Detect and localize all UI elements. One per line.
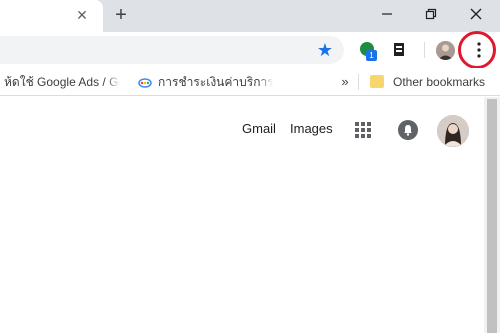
tab-strip: ✕ + xyxy=(0,0,500,32)
profile-avatar[interactable] xyxy=(436,41,455,60)
minimize-button[interactable] xyxy=(365,0,409,28)
folder-icon xyxy=(370,75,384,88)
apps-grid-icon[interactable] xyxy=(355,122,371,138)
toolbar: ★ 1 xyxy=(0,32,500,68)
window-close-button[interactable] xyxy=(454,0,498,28)
scrollbar-thumb[interactable] xyxy=(487,99,497,333)
active-tab[interactable]: ✕ xyxy=(0,0,103,32)
close-icon[interactable]: ✕ xyxy=(73,6,91,24)
notifications-button[interactable] xyxy=(398,120,418,140)
star-icon[interactable]: ★ xyxy=(315,40,335,60)
restore-button[interactable] xyxy=(409,0,453,28)
extension-green[interactable]: 1 xyxy=(358,40,378,61)
restore-icon xyxy=(425,8,437,20)
account-avatar[interactable] xyxy=(437,115,469,147)
bookmarks-bar: ห้ดใช้ Google Ads / Go การชำระเงินค่าบริ… xyxy=(0,68,500,96)
bookmark-label: ห้ดใช้ Google Ads / Go xyxy=(4,75,120,89)
new-tab-button[interactable]: + xyxy=(110,4,132,26)
cloud-icon xyxy=(138,78,152,88)
minimize-icon xyxy=(382,13,392,15)
extension-doc[interactable] xyxy=(390,40,410,60)
profile-avatar-image xyxy=(436,41,455,60)
bookmark-label: การชำระเงินค่าบริการ Go xyxy=(158,75,273,89)
bookmark-item[interactable]: ห้ดใช้ Google Ads / Go xyxy=(4,74,120,90)
toolbar-divider xyxy=(424,42,425,58)
address-bar[interactable] xyxy=(0,36,344,64)
page-content: Gmail Images xyxy=(0,97,500,333)
document-icon xyxy=(394,43,404,56)
images-link[interactable]: Images xyxy=(290,121,333,137)
gmail-link[interactable]: Gmail xyxy=(242,121,276,137)
close-icon xyxy=(470,8,482,20)
menu-highlight-circle xyxy=(458,31,496,69)
other-bookmarks[interactable]: Other bookmarks xyxy=(393,74,497,90)
browser-window: ✕ + ★ 1 ห้ดใช้ Google Ads / Go การชำระเง… xyxy=(0,0,500,333)
other-bookmarks-label: Other bookmarks xyxy=(393,75,486,89)
bookmarks-overflow-button[interactable]: » xyxy=(338,73,352,91)
bell-icon xyxy=(404,125,412,136)
account-avatar-image xyxy=(437,115,469,147)
page-scrollbar[interactable] xyxy=(484,97,500,333)
extension-badge: 1 xyxy=(366,50,377,61)
bookmarks-divider xyxy=(358,74,359,90)
bookmark-item[interactable]: การชำระเงินค่าบริการ Go xyxy=(158,74,273,90)
